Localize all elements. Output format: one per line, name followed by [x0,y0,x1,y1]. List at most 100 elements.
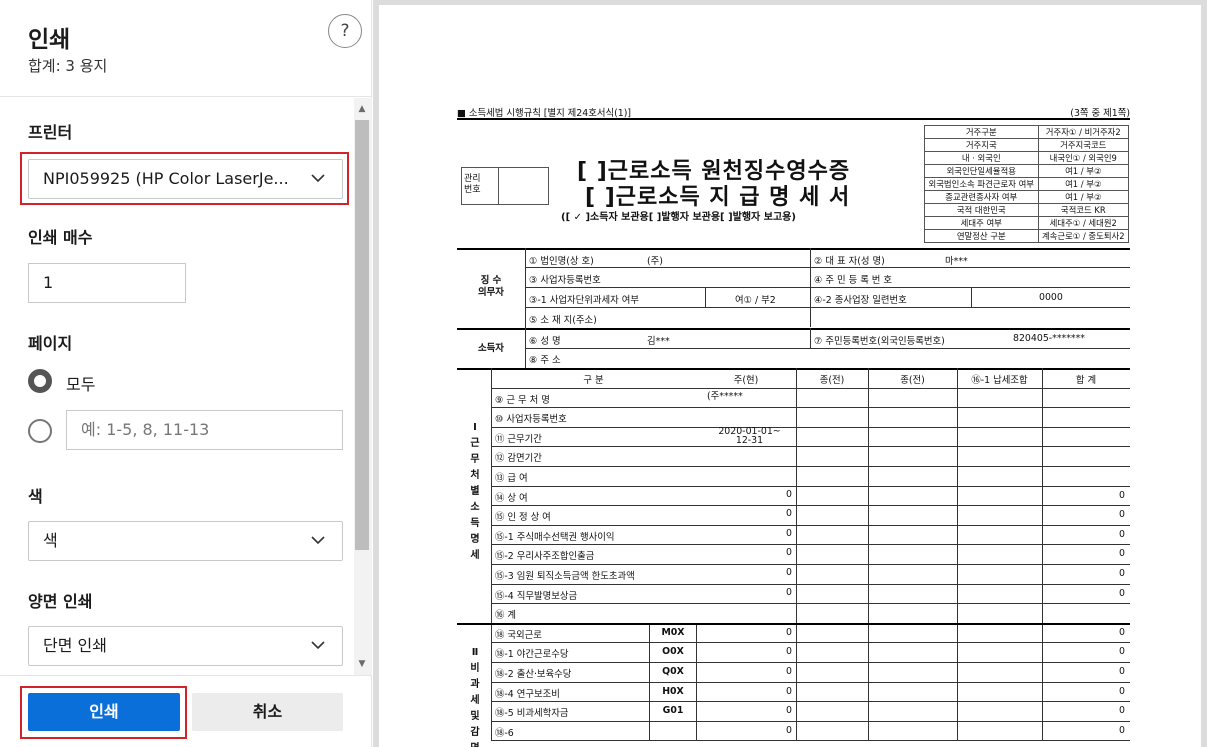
pages-all-radio[interactable] [28,369,52,393]
printer-label: 프린터 [28,123,73,142]
pages-custom-input[interactable]: 예: 1-5, 8, 11-13 [66,410,343,450]
cancel-button[interactable]: 취소 [192,693,343,731]
color-select[interactable]: 색 [28,521,343,561]
divider [491,466,1130,467]
resident-info-cell: 연말정산 구분 [924,229,1039,243]
income-row-label: ⑮-2 우리사주조합인출금 [495,551,595,563]
print-dialog: 인쇄 합계: 3 용지 ? 프린터 NPI059925 (HP Color La… [0,0,1207,747]
duplex-select[interactable]: 단면 인쇄 [28,626,343,666]
divider [491,387,1130,389]
earner-name-label: ⑥ 성 명 [529,336,561,347]
divider [810,328,811,348]
resident-info-table: 거주구분 거주자① / 비거주자2 거주지국 거주지국코드 내 · 외국인 내국인① / … [924,125,1130,243]
earner-name-value: 김*** [647,336,670,347]
section1-title: Ⅰ근무처별소득명세 [470,422,480,561]
column-header: 주(현) [733,375,759,386]
divider [957,368,958,741]
unit-tax-label: ③-1 사업자단위과세자 여부 [529,295,639,306]
dialog-header: 인쇄 합계: 3 용지 ? [0,0,372,97]
branch-label: ④-2 종사업장 일련번호 [814,295,907,306]
income-row-label: ⑮-4 직무발명보상금 [495,590,578,602]
income-row-total: 0 [1119,509,1125,521]
resident-info-cell: 내국인① / 외국인9 [1037,151,1130,165]
divider [491,583,1130,585]
divider [525,307,1130,308]
resident-info-cell: 여1 / 부② [1037,164,1130,178]
form-title-2: [ ]근로소득 지 급 명 세 서 [585,185,851,210]
income-row-total: 0 [1119,587,1125,599]
print-preview: ■ 소득세법 시행규칙 [별지 제24호서식(1)] (3쪽 중 제1쪽) 관리… [373,0,1207,747]
income-row-label: ⑨ 근 무 처 명 [495,394,550,406]
divider [491,642,1130,644]
nontax-row-current: 0 [786,646,792,658]
form-header-left: ■ 소득세법 시행규칙 [별지 제24호서식(1)] [457,108,632,119]
help-icon[interactable]: ? [328,14,362,48]
divider [457,118,1130,120]
pages-all-label: 모두 [66,375,96,394]
resident-info-cell: 거주지국코드 [1037,138,1130,152]
column-header: 종(전) [900,375,925,386]
income-row-label: ⑮-3 임원 퇴직소득금액 한도초과액 [495,571,635,582]
divider [491,603,1130,605]
copies-input[interactable]: 1 [28,263,186,303]
nontax-row-label: ⑱-6 [495,727,514,739]
chevron-down-icon [311,536,325,545]
resident-info-row: 종교관련종사자 여부 여1 / 부② [924,190,1130,204]
divider [491,720,1130,722]
income-row-current: 0 [786,567,792,578]
column-header: ⑯-1 납세조합 [971,375,1028,386]
divider [705,287,706,307]
section2-title: Ⅱ비과세및감면 [470,646,480,747]
pages-custom-radio[interactable] [28,419,52,443]
payer-addr-label: ⑤ 소 재 지(주소) [529,315,597,326]
column-header: 종(전) [819,375,845,386]
form-header-right: (3쪽 중 제1쪽) [1070,108,1130,119]
resident-info-cell: 외국법인소속 파견근로자 여부 [924,177,1039,191]
divider [971,287,972,307]
nontax-row-current: 0 [786,626,792,638]
resno-label: ④ 주 민 등 록 번 호 [814,275,893,286]
corp-name-value: (주) [647,256,663,267]
scroll-down-icon[interactable]: ▼ [357,659,367,669]
nontax-row-code: O0X [662,646,684,658]
corp-name-label: ① 법인명(상 호) [529,256,594,267]
mgmt-no-box: 관리 번호 [461,167,549,205]
resident-info-row: 거주구분 거주자① / 비거주자2 [924,125,1130,139]
earner-id-label: ⑦ 주민등록번호(외국인등록번호) [814,336,945,347]
dialog-title: 인쇄 [28,27,71,53]
nontax-row-total: 0 [1119,626,1125,638]
nontax-row-label: ⑱-1 야간근로수당 [495,649,569,661]
resident-info-cell: 세대주 여부 [924,216,1039,230]
resident-info-row: 연말정산 구분 계속근로① / 중도퇴사2 [924,229,1130,243]
print-button[interactable]: 인쇄 [28,693,180,731]
resident-info-cell: 내 · 외국인 [924,151,1039,165]
scrollbar-thumb[interactable] [355,120,369,550]
printer-select[interactable]: NPI059925 (HP Color LaserJe... [28,159,343,199]
chevron-down-icon [311,641,325,650]
resident-info-cell: 거주지국 [924,138,1039,152]
resident-info-cell: 세대주① / 세대원2 [1037,216,1130,230]
divider [491,681,1130,683]
nontax-row-label: ⑱-2 출산·보육수당 [495,669,572,680]
nontax-row-code: M0X [661,626,685,638]
duplex-select-value: 단면 인쇄 [43,636,107,655]
income-row-label: ⑯ 계 [495,610,516,622]
copies-label: 인쇄 매수 [28,228,93,247]
resident-info-row: 국적 대한민국 국적코드 KR [924,203,1130,217]
settings-scroll-area: 프린터 NPI059925 (HP Color LaserJe... 인쇄 매수… [0,98,372,675]
divider [491,368,492,741]
chevron-down-icon [311,174,325,183]
divider [491,701,1130,703]
nontax-row-total: 0 [1119,666,1125,677]
scroll-up-icon[interactable]: ▲ [357,104,367,114]
resident-info-row: 외국인단일세율적용 여1 / 부② [924,164,1130,178]
earner-id-value: 820405-******* [1013,333,1085,344]
nontax-row-label: ⑱ 국외근로 [495,629,542,641]
divider [457,328,1130,330]
resident-info-cell: 국적 대한민국 [924,203,1039,217]
bizno-label: ③ 사업자등록번호 [529,275,601,286]
divider [796,368,797,741]
nontax-row-current: 0 [786,705,792,717]
income-row-label: ⑪ 근무기간 [495,433,542,445]
sheet-count: 합계: 3 용지 [28,57,108,75]
